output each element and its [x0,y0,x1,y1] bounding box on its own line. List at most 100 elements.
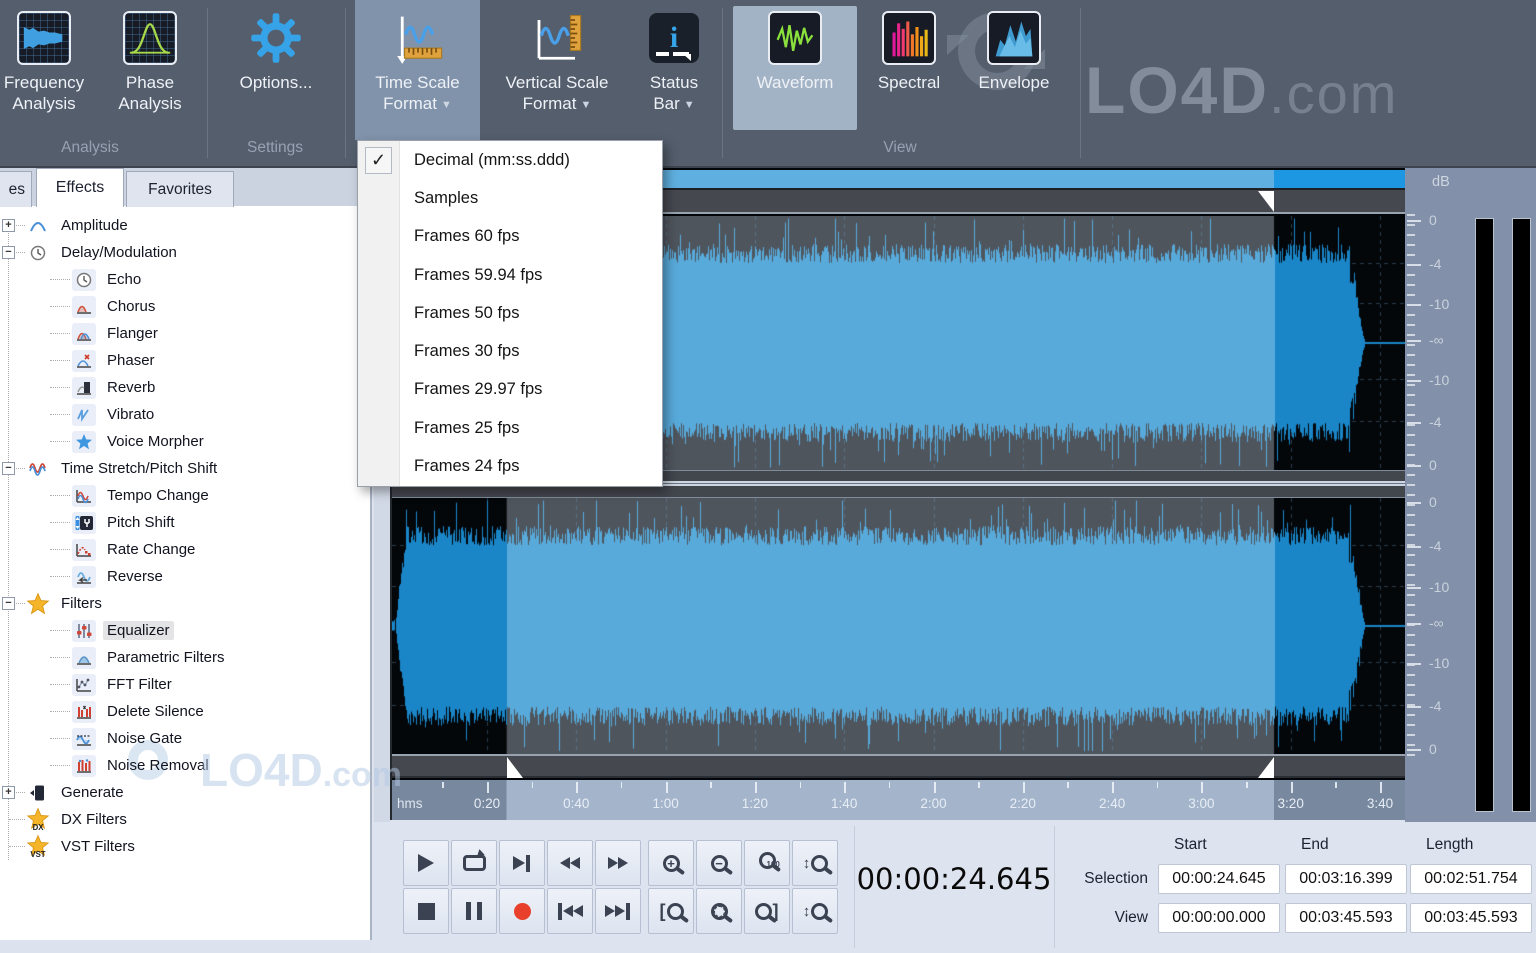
tree-item-delay-modulation[interactable]: −Delay/Modulation [0,239,370,266]
menu-item-frames-59-94-fps[interactable]: Frames 59.94 fps [358,256,662,294]
tree-item-label: Generate [57,783,128,802]
tree-item-reverse[interactable]: Reverse [0,563,370,590]
go-to-start-button[interactable] [547,888,593,934]
zoom-vertical-in-button[interactable]: ↕ [792,840,838,886]
collapse-icon[interactable]: − [2,462,15,475]
menu-item-gutter [358,447,400,485]
loop-playback-button[interactable] [451,840,497,886]
selection-start-value[interactable]: 00:00:24.645 [1158,864,1280,894]
expand-icon[interactable]: + [2,219,15,232]
tree-item-label: Tempo Change [103,486,213,505]
record-button[interactable] [499,888,545,934]
rewind-button[interactable] [547,840,593,886]
tree-item-pitch-shift[interactable]: Pitch Shift [0,509,370,536]
tree-item-chorus[interactable]: Chorus [0,293,370,320]
frequency-analysis-button[interactable]: FrequencyAnalysis [0,0,100,162]
expand-icon[interactable]: + [2,786,15,799]
tree-item-flanger[interactable]: Flanger [0,320,370,347]
tree-item-filters[interactable]: −Filters [0,590,370,617]
view-end-value[interactable]: 00:03:45.593 [1285,903,1407,933]
tree-item-label: FFT Filter [103,675,176,694]
status-bar-button[interactable]: i StatusBar▼ [634,0,714,162]
tree-connector [50,387,70,388]
zoom-in-button[interactable]: + [648,840,694,886]
zoom-out-button[interactable]: − [696,840,742,886]
tree-item-rate-change[interactable]: Rate Change [0,536,370,563]
toolbar-separator [1080,8,1081,158]
pause-button[interactable] [451,888,497,934]
zoom-100-button[interactable]: 100 [744,840,790,886]
play-to-end-button[interactable] [499,840,545,886]
menu-item-frames-25-fps[interactable]: Frames 25 fps [358,409,662,447]
table-header-length: Length [1426,836,1473,854]
collapse-icon[interactable]: − [2,246,15,259]
menu-item-frames-60-fps[interactable]: Frames 60 fps [358,218,662,256]
timeline-unit-label: hms [397,796,423,811]
go-to-end-button[interactable] [595,888,641,934]
tree-item-label: Voice Morpher [103,432,208,451]
menu-item-decimal-mm-ss-ddd-[interactable]: ✓Decimal (mm:ss.ddd) [358,141,662,179]
selection-length-value[interactable]: 00:02:51.754 [1410,864,1532,894]
options-button[interactable]: Options... [218,0,334,162]
tab-favorites[interactable]: Favorites [126,171,234,207]
menu-item-samples[interactable]: Samples [358,179,662,217]
tree-item-time-stretch-pitch-shift[interactable]: −Time Stretch/Pitch Shift [0,455,370,482]
menu-item-frames-30-fps[interactable]: Frames 30 fps [358,332,662,370]
time-scale-format-button[interactable]: Time ScaleFormat▼ [355,0,480,162]
play-button[interactable] [403,840,449,886]
tree-item-reverb[interactable]: Reverb [0,374,370,401]
waveform-channel-right[interactable] [392,498,1407,754]
view-length-value[interactable]: 00:03:45.593 [1410,903,1532,933]
tree-item-vibrato[interactable]: Vibrato [0,401,370,428]
tree-item-echo[interactable]: Echo [0,266,370,293]
spectral-view-button[interactable]: Spectral [860,0,958,162]
level-meter-left [1475,218,1494,812]
tab-effects[interactable]: Effects [36,168,124,207]
selection-start-marker[interactable] [507,757,523,778]
timeline-tick-label: 1:20 [725,796,785,811]
selection-marker-bar-bottom[interactable] [392,754,1405,778]
menu-item-frames-24-fps[interactable]: Frames 24 fps [358,447,662,485]
waveform-view-button[interactable]: Waveform [733,0,857,162]
db-scale-tick [1407,546,1421,548]
zoom-vertical-out-button[interactable]: ↕ [792,888,838,934]
svg-text:DX: DX [33,823,45,832]
view-start-value[interactable]: 00:00:00.000 [1158,903,1280,933]
tab-files[interactable]: es [0,171,32,207]
menu-item-gutter [358,294,400,332]
tree-item-noise-removal[interactable]: Noise Removal [0,752,370,779]
menu-item-label: Frames 29.97 fps [400,380,542,399]
tree-connector [50,657,70,658]
tree-item-fft-filter[interactable]: FFT Filter [0,671,370,698]
tree-item-tempo-change[interactable]: Tempo Change [0,482,370,509]
selection-end-marker[interactable] [1258,757,1274,778]
timeline-minor-tick [978,782,980,788]
tree-item-delete-silence[interactable]: Delete Silence [0,698,370,725]
zoom-selection-end-button[interactable]: ] [744,888,790,934]
selection-end-marker[interactable] [1258,191,1274,212]
timeline-ruler[interactable]: hms 0:200:401:001:201:402:002:202:403:00… [392,780,1405,820]
zoom-selection-start-button[interactable]: [ [648,888,694,934]
fast-forward-button[interactable] [595,840,641,886]
zoom-selection-button[interactable] [696,888,742,934]
tree-item-dx-filters[interactable]: DXDX Filters [0,806,370,833]
tree-item-vst-filters[interactable]: VSTVST Filters [0,833,370,860]
tree-item-phaser[interactable]: Phaser [0,347,370,374]
phase-analysis-button[interactable]: PhaseAnalysis [96,0,204,162]
vertical-scale-format-button[interactable]: Vertical ScaleFormat▼ [488,0,626,162]
stop-button[interactable] [403,888,449,934]
collapse-icon[interactable]: − [2,597,15,610]
menu-item-label: Frames 60 fps [400,227,519,246]
tree-item-parametric-filters[interactable]: Parametric Filters [0,644,370,671]
tree-item-equalizer[interactable]: Equalizer [0,617,370,644]
tree-item-generate[interactable]: + Generate [0,779,370,806]
phaser-icon [72,350,96,372]
time-scale-format-menu: ✓Decimal (mm:ss.ddd)Samples Frames 60 fps… [357,140,663,487]
tree-item-noise-gate[interactable]: Noise Gate [0,725,370,752]
timeline-minor-tick [621,782,623,788]
tree-item-voice-morpher[interactable]: Voice Morpher [0,428,370,455]
selection-end-value[interactable]: 00:03:16.399 [1285,864,1407,894]
tree-item-amplitude[interactable]: +Amplitude [0,212,370,239]
menu-item-frames-50-fps[interactable]: Frames 50 fps [358,294,662,332]
menu-item-frames-29-97-fps[interactable]: Frames 29.97 fps [358,371,662,409]
